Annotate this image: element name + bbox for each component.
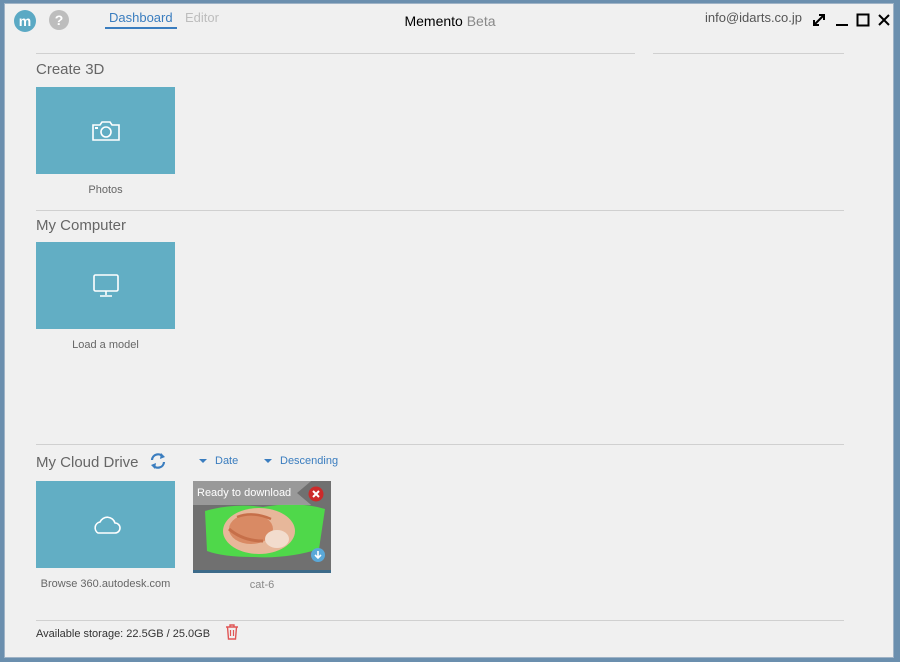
trash-icon[interactable] bbox=[225, 624, 239, 640]
section-title-my-computer: My Computer bbox=[36, 217, 127, 234]
app-title-main: Memento bbox=[404, 13, 463, 29]
section-divider bbox=[36, 444, 844, 445]
browse-cloud-label: Browse 360.autodesk.com bbox=[40, 578, 171, 590]
maximize-icon[interactable] bbox=[855, 12, 871, 28]
delete-icon[interactable] bbox=[308, 486, 324, 502]
cloud-item-thumbnail[interactable]: Ready to download bbox=[193, 481, 331, 572]
monitor-icon bbox=[92, 273, 119, 297]
section-divider bbox=[36, 210, 844, 211]
header-divider-left bbox=[36, 53, 635, 54]
header-divider-right bbox=[653, 53, 844, 54]
load-model-tile[interactable] bbox=[36, 242, 175, 329]
cloud-icon bbox=[93, 515, 121, 534]
account-email[interactable]: info@idarts.co.jp bbox=[705, 10, 802, 25]
app-title-suffix: Beta bbox=[466, 13, 496, 29]
footer-divider bbox=[36, 620, 844, 621]
app-window: m ? Dashboard Editor Memento Beta info@i… bbox=[4, 3, 894, 658]
photos-label: Photos bbox=[88, 184, 123, 196]
refresh-icon[interactable] bbox=[148, 451, 168, 471]
browse-cloud-tile[interactable] bbox=[36, 481, 175, 568]
sort-order-dropdown[interactable]: Descending bbox=[264, 455, 338, 467]
cloud-item-name: cat-6 bbox=[249, 579, 275, 591]
status-badge: Ready to download bbox=[193, 481, 312, 505]
storage-status: Available storage: 22.5GB / 25.0GB bbox=[36, 628, 211, 640]
section-title-cloud-drive: My Cloud Drive bbox=[36, 454, 139, 471]
download-progress-bar bbox=[193, 570, 331, 573]
chevron-down-icon bbox=[199, 459, 207, 464]
load-model-label: Load a model bbox=[72, 339, 139, 351]
photos-tile[interactable] bbox=[36, 87, 175, 174]
minimize-icon[interactable] bbox=[834, 12, 850, 28]
download-progress-fill bbox=[193, 570, 331, 573]
sort-order-label: Descending bbox=[280, 455, 339, 467]
close-icon[interactable] bbox=[876, 12, 892, 28]
camera-icon bbox=[91, 120, 120, 141]
sort-field-dropdown[interactable]: Date bbox=[199, 455, 238, 467]
expand-icon[interactable] bbox=[811, 12, 827, 28]
download-icon[interactable] bbox=[311, 548, 325, 562]
chevron-down-icon bbox=[264, 459, 272, 464]
sort-field-label: Date bbox=[215, 455, 239, 467]
section-title-create3d: Create 3D bbox=[36, 61, 105, 78]
